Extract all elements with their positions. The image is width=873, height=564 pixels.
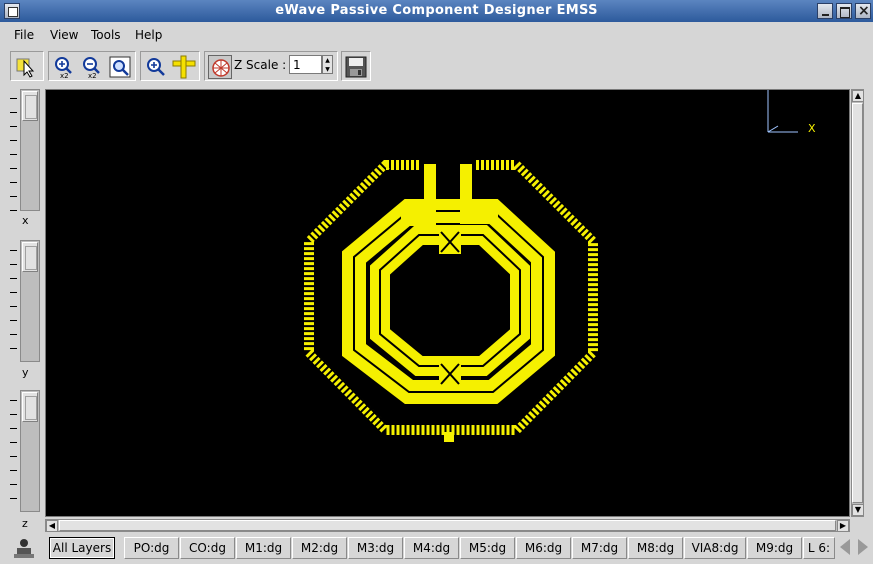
horizontal-scroll-thumb[interactable] bbox=[59, 520, 836, 531]
3d-rotate-icon[interactable] bbox=[208, 55, 232, 79]
layer-tab-m7[interactable]: M7:dg bbox=[572, 537, 627, 559]
toolbar-group-view bbox=[140, 51, 200, 81]
layer-tab-m9[interactable]: M9:dg bbox=[747, 537, 802, 559]
layer-tab-l6[interactable]: L 6: bbox=[803, 537, 835, 559]
z-slider-thumb[interactable] bbox=[22, 392, 38, 422]
select-arrow-icon[interactable] bbox=[15, 55, 39, 79]
close-button[interactable] bbox=[855, 3, 871, 19]
app-window: eWave Passive Component Designer EMSS Fi… bbox=[0, 0, 873, 564]
layer-tab-m8[interactable]: M8:dg bbox=[628, 537, 683, 559]
layer-tab-bar: All Layers PO:dg CO:dg M1:dg M2:dg M3:dg… bbox=[0, 535, 873, 564]
toolbar: x2 x2 Z Scale : 1 ▲ ▼ bbox=[0, 49, 873, 82]
layer-tab-po[interactable]: PO:dg bbox=[124, 537, 179, 559]
spin-down-icon[interactable]: ▼ bbox=[323, 65, 332, 74]
layer-tab-m6[interactable]: M6:dg bbox=[516, 537, 571, 559]
layer-tab-via8[interactable]: VIA8:dg bbox=[684, 537, 746, 559]
spiral-inner-turn bbox=[370, 225, 530, 376]
zoom-icon[interactable] bbox=[144, 55, 168, 79]
crosshair-icon[interactable] bbox=[172, 55, 196, 79]
scroll-up-icon[interactable]: ▲ bbox=[852, 90, 864, 102]
y-slider-thumb[interactable] bbox=[22, 242, 38, 272]
zscale-input[interactable]: 1 bbox=[289, 55, 322, 74]
maximize-button[interactable] bbox=[836, 3, 852, 19]
scroll-right-icon[interactable]: ▶ bbox=[837, 520, 849, 532]
layer-tab-m3[interactable]: M3:dg bbox=[348, 537, 403, 559]
y-slider-label: y bbox=[22, 366, 29, 379]
scroll-left-icon[interactable]: ◀ bbox=[46, 520, 58, 532]
spin-up-icon[interactable]: ▲ bbox=[323, 56, 332, 65]
tab-scroll-arrows bbox=[836, 537, 872, 557]
inductor-layout: X bbox=[304, 90, 816, 442]
layer-tab-m1[interactable]: M1:dg bbox=[236, 537, 291, 559]
toolbar-group-save bbox=[341, 51, 371, 81]
title-bar[interactable]: eWave Passive Component Designer EMSS bbox=[0, 0, 873, 22]
zoom-fit-icon[interactable] bbox=[108, 55, 132, 79]
z-slider-label: z bbox=[22, 517, 28, 530]
axis-label-x: X bbox=[808, 122, 816, 135]
menu-help[interactable]: Help bbox=[135, 28, 162, 42]
window-title: eWave Passive Component Designer EMSS bbox=[275, 3, 598, 18]
layer-tab-co[interactable]: CO:dg bbox=[180, 537, 235, 559]
menu-file[interactable]: File bbox=[14, 28, 34, 42]
save-icon[interactable] bbox=[344, 55, 368, 79]
zoom-out-x2-icon[interactable]: x2 bbox=[80, 55, 104, 80]
menu-view[interactable]: View bbox=[50, 28, 78, 42]
x-slider-thumb[interactable] bbox=[22, 91, 38, 121]
layer-tab-m5[interactable]: M5:dg bbox=[460, 537, 515, 559]
menu-tools[interactable]: Tools bbox=[91, 28, 121, 42]
layer-tab-all[interactable]: All Layers bbox=[49, 537, 115, 559]
y-slider[interactable] bbox=[20, 240, 40, 362]
spiral-crossover bbox=[439, 230, 461, 386]
zscale-label: Z Scale : bbox=[234, 58, 287, 72]
tab-scroll-left-icon[interactable] bbox=[840, 539, 850, 555]
scroll-down-icon[interactable]: ▼ bbox=[852, 504, 864, 516]
zoom-in-x2-icon[interactable]: x2 bbox=[52, 55, 76, 80]
svg-text:x2: x2 bbox=[88, 72, 97, 79]
toolbar-group-zoom: x2 x2 bbox=[48, 51, 136, 81]
menu-bar: File View Tools Help bbox=[0, 22, 873, 46]
tab-scroll-right-icon[interactable] bbox=[858, 539, 868, 555]
vertical-scroll-thumb[interactable] bbox=[852, 103, 863, 503]
x-slider[interactable] bbox=[20, 89, 40, 211]
layer-tab-m2[interactable]: M2:dg bbox=[292, 537, 347, 559]
layout-viewport[interactable]: X bbox=[45, 89, 850, 517]
zscale-spinner[interactable]: ▲ ▼ bbox=[322, 55, 333, 74]
axis-indicator: X bbox=[767, 90, 816, 135]
minimize-button[interactable] bbox=[817, 3, 833, 19]
x-slider-label: x bbox=[22, 214, 29, 227]
layer-tab-m4[interactable]: M4:dg bbox=[404, 537, 459, 559]
horizontal-scrollbar[interactable]: ◀ ▶ bbox=[45, 519, 850, 532]
toolbar-group-select bbox=[10, 51, 44, 81]
z-slider[interactable] bbox=[20, 390, 40, 512]
vertical-scrollbar[interactable]: ▲ ▼ bbox=[851, 89, 864, 517]
svg-text:x2: x2 bbox=[60, 72, 69, 79]
